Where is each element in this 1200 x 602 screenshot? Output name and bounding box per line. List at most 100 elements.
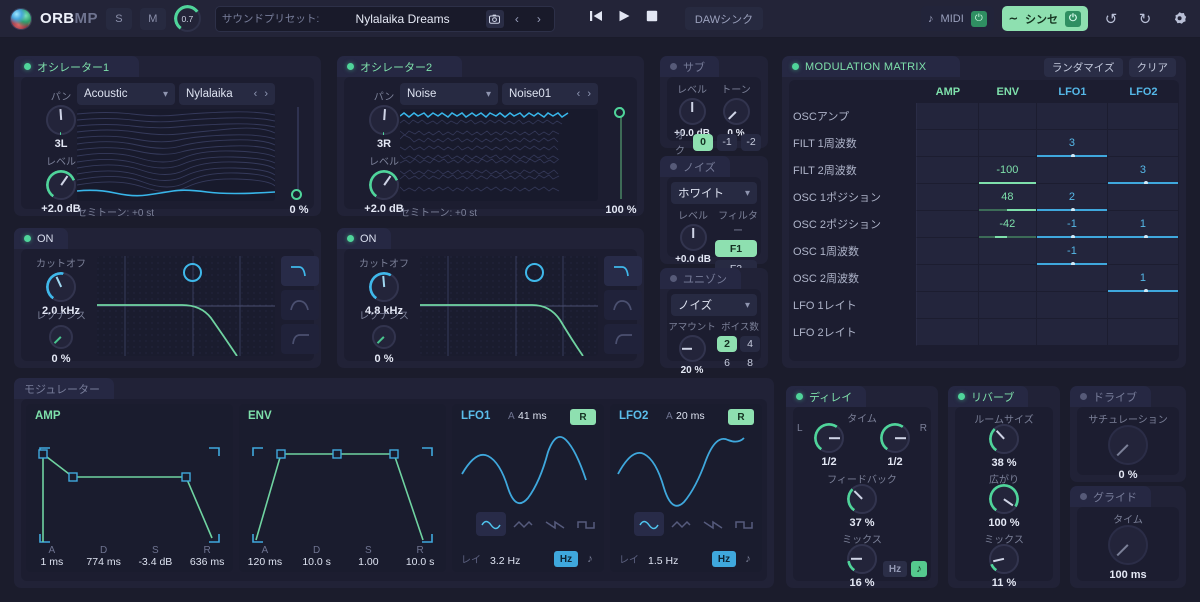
matrix-cell[interactable] [917, 103, 979, 130]
lfo2-attack-value[interactable]: 20 ms [676, 410, 705, 422]
lfo1-module[interactable]: LFO1 A 41 ms R レイ 3.2 Hz Hz ♪ [452, 404, 604, 572]
camera-icon[interactable] [485, 9, 504, 28]
osc2-pan-knob[interactable] [369, 105, 399, 135]
filter1-lowpass-icon[interactable] [281, 256, 319, 286]
lfo2-triangle-icon[interactable] [666, 512, 696, 536]
delay-time-right-knob[interactable] [880, 423, 910, 453]
matrix-cell[interactable] [1107, 184, 1179, 211]
solo-button[interactable]: S [105, 7, 132, 30]
delay-enable-dot[interactable] [796, 393, 803, 400]
matrix-cell[interactable]: 3 [1036, 130, 1108, 158]
matrix-cell[interactable] [917, 292, 979, 319]
delay-hz-button[interactable]: Hz [883, 561, 907, 577]
stop-icon[interactable] [645, 9, 659, 28]
matrix-cell[interactable]: -1 [1036, 211, 1108, 239]
matrix-cell[interactable]: 2 [1036, 184, 1108, 212]
reverb-tab[interactable]: リバーブ [948, 386, 1029, 407]
glide-enable-dot[interactable] [1080, 493, 1087, 500]
lfo2-hz-button[interactable]: Hz [712, 551, 736, 567]
env-d-value[interactable]: 10.0 s [291, 556, 343, 568]
oscillator-2-tab[interactable]: オシレーター2 [337, 56, 463, 77]
amp-s-value[interactable]: -3.4 dB [130, 556, 182, 568]
midi-power-button[interactable]: ⏻ [970, 10, 987, 27]
lfo1-attack-value[interactable]: 41 ms [518, 410, 547, 422]
preset-name[interactable]: Nylalaika Dreams [323, 12, 482, 26]
osc1-wavetable-select[interactable]: Nylalaika ‹ › [179, 83, 275, 105]
unison-amount-knob[interactable] [678, 335, 706, 362]
osc2-category-select[interactable]: Noise ▾ [400, 83, 498, 105]
amp-d-value[interactable]: 774 ms [78, 556, 130, 568]
filter2-response-graph[interactable] [420, 256, 598, 356]
filter1-response-graph[interactable] [97, 256, 275, 356]
env-a-value[interactable]: 120 ms [239, 556, 291, 568]
matrix-col-lfo2[interactable]: LFO2 [1108, 80, 1179, 103]
osc1-category-select[interactable]: Acoustic ▾ [77, 83, 175, 105]
matrix-cell[interactable] [1107, 292, 1179, 319]
matrix-cell[interactable] [917, 184, 979, 211]
unison-mode-select[interactable]: ノイズ ▾ [671, 294, 757, 316]
matrix-cell[interactable]: -42 [978, 211, 1037, 238]
amp-r-value[interactable]: 636 ms [181, 556, 233, 568]
amp-a-value[interactable]: 1 ms [26, 556, 78, 568]
sub-level-knob[interactable] [678, 98, 706, 125]
sub-oct-minus2-button[interactable]: -2 [741, 133, 762, 151]
osc2-wavetable-arrows[interactable]: ‹ › [577, 88, 591, 100]
master-volume-knob[interactable]: 0.7 [173, 5, 201, 32]
reverb-width-knob[interactable] [989, 484, 1019, 514]
undo-icon[interactable]: ↺ [1100, 8, 1122, 30]
reverb-mix-knob[interactable] [989, 544, 1019, 574]
noise-level-knob[interactable] [679, 224, 707, 251]
noise-tab[interactable]: ノイズ [660, 156, 730, 177]
lfo2-rate-value[interactable]: 1.5 Hz [648, 555, 678, 567]
matrix-cell[interactable] [1036, 265, 1108, 292]
filter-1-tab[interactable]: ON [14, 228, 68, 249]
matrix-cell[interactable] [1107, 130, 1179, 157]
lfo2-saw-icon[interactable] [698, 512, 728, 536]
matrix-cell[interactable]: -1 [1036, 238, 1108, 266]
matrix-cell[interactable] [917, 130, 979, 157]
unison-tab[interactable]: ユニゾン [660, 268, 741, 289]
rewind-icon[interactable] [589, 9, 603, 28]
lfo2-sine-icon[interactable] [634, 512, 664, 536]
reverb-size-knob[interactable] [989, 424, 1019, 454]
lfo1-square-icon[interactable] [572, 512, 602, 536]
osc2-enable-dot[interactable] [347, 63, 354, 70]
filter1-cutoff-handle[interactable] [183, 263, 202, 282]
matrix-enable-dot[interactable] [792, 63, 799, 70]
lfo1-sine-icon[interactable] [476, 512, 506, 536]
lfo1-triangle-icon[interactable] [508, 512, 538, 536]
filter2-enable-dot[interactable] [347, 235, 354, 242]
osc1-enable-dot[interactable] [24, 63, 31, 70]
preset-next-button[interactable]: › [530, 10, 548, 28]
matrix-col-env[interactable]: ENV [979, 80, 1037, 103]
unison-voices-2-button[interactable]: 2 [717, 336, 737, 352]
osc2-wavetable-select[interactable]: Noise01 ‹ › [502, 83, 598, 105]
unison-enable-dot[interactable] [670, 275, 677, 282]
matrix-cell[interactable] [978, 265, 1037, 292]
amp-envelope[interactable]: AMP A1 ms D 774 ms S -3.4 dB R 636 ms [26, 404, 233, 572]
delay-feedback-knob[interactable] [847, 484, 877, 514]
unison-voices-4-button[interactable]: 4 [740, 336, 760, 352]
matrix-cell[interactable] [978, 292, 1037, 319]
osc1-wavetable-display[interactable] [77, 109, 275, 201]
lfo1-rate-value[interactable]: 3.2 Hz [490, 555, 520, 567]
sub-enable-dot[interactable] [670, 63, 677, 70]
filter2-cutoff-knob[interactable] [369, 272, 399, 302]
matrix-cell[interactable] [1036, 319, 1108, 346]
oscillator-1-tab[interactable]: オシレーター1 [14, 56, 140, 77]
matrix-cell[interactable] [917, 211, 979, 238]
env-envelope[interactable]: ENV A 120 ms D 10.0 s S 1.00 R 10.0 s [239, 404, 446, 572]
preset-prev-button[interactable]: ‹ [508, 10, 526, 28]
matrix-cell[interactable] [978, 238, 1037, 265]
matrix-cell[interactable] [978, 319, 1037, 346]
filter1-enable-dot[interactable] [24, 235, 31, 242]
sub-tab[interactable]: サブ [660, 56, 719, 77]
filter1-cutoff-knob[interactable] [46, 272, 76, 302]
osc2-position-slider[interactable] [610, 107, 632, 207]
drive-enable-dot[interactable] [1080, 393, 1087, 400]
matrix-cell[interactable] [917, 319, 979, 346]
unison-voices-6-button[interactable]: 6 [717, 355, 737, 371]
matrix-cell[interactable]: 3 [1107, 157, 1179, 185]
matrix-cell[interactable] [978, 130, 1037, 157]
filter1-highpass-icon[interactable] [281, 324, 319, 354]
